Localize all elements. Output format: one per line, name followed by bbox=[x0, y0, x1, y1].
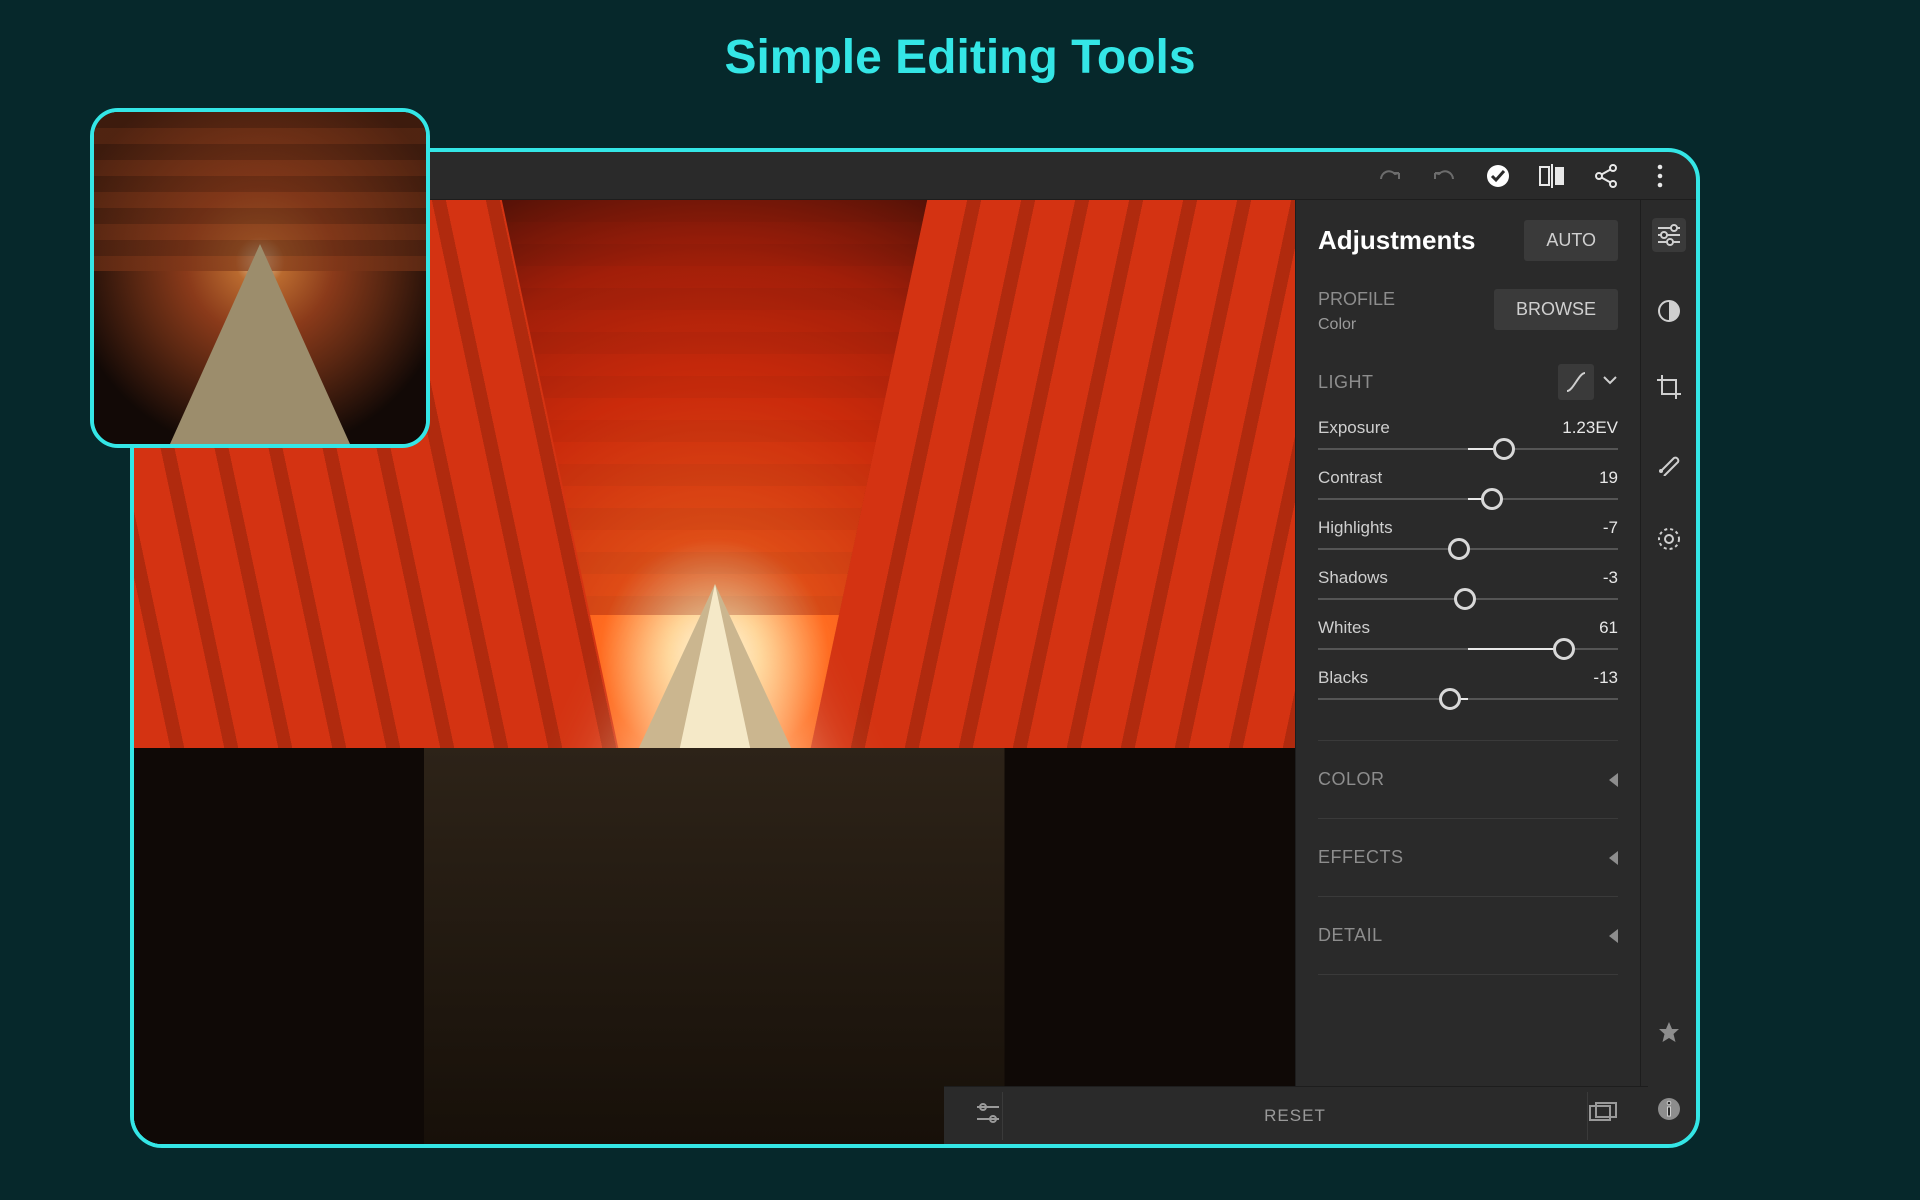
undo-icon[interactable] bbox=[1430, 162, 1458, 190]
slider-exposure[interactable]: Exposure 1.23EV bbox=[1318, 418, 1618, 450]
crop-tool-icon[interactable] bbox=[1652, 370, 1686, 404]
chevron-left-icon bbox=[1609, 773, 1618, 787]
slider-blacks[interactable]: Blacks -13 bbox=[1318, 668, 1618, 700]
original-thumbnail bbox=[90, 108, 430, 448]
more-icon[interactable] bbox=[1646, 162, 1674, 190]
slider-track[interactable] bbox=[1318, 448, 1618, 450]
confirm-icon[interactable] bbox=[1484, 162, 1512, 190]
redo-icon[interactable] bbox=[1376, 162, 1404, 190]
slider-value: -7 bbox=[1603, 518, 1618, 538]
slider-value: 19 bbox=[1599, 468, 1618, 488]
marketing-headline: Simple Editing Tools bbox=[0, 0, 1920, 85]
light-section-title: LIGHT bbox=[1318, 372, 1374, 393]
browse-button[interactable]: BROWSE bbox=[1494, 289, 1618, 330]
slider-label: Blacks bbox=[1318, 668, 1368, 688]
star-icon[interactable] bbox=[1652, 1016, 1686, 1050]
slider-value: -13 bbox=[1593, 668, 1618, 688]
slider-track[interactable] bbox=[1318, 548, 1618, 550]
adjustments-panel: Adjustments AUTO PROFILE Color BROWSE LI… bbox=[1295, 200, 1640, 1144]
effects-section[interactable]: EFFECTS bbox=[1318, 818, 1618, 896]
reset-button[interactable]: RESET bbox=[1002, 1092, 1588, 1140]
slider-label: Shadows bbox=[1318, 568, 1388, 588]
section-label: COLOR bbox=[1318, 769, 1385, 790]
slider-highlights[interactable]: Highlights -7 bbox=[1318, 518, 1618, 550]
chevron-down-icon[interactable] bbox=[1602, 373, 1618, 391]
chevron-left-icon bbox=[1609, 929, 1618, 943]
color-section[interactable]: COLOR bbox=[1318, 740, 1618, 818]
slider-label: Exposure bbox=[1318, 418, 1390, 438]
detail-section[interactable]: DETAIL bbox=[1318, 896, 1618, 975]
section-label: EFFECTS bbox=[1318, 847, 1404, 868]
slider-track[interactable] bbox=[1318, 498, 1618, 500]
slider-value: 1.23EV bbox=[1562, 418, 1618, 438]
slider-shadows[interactable]: Shadows -3 bbox=[1318, 568, 1618, 600]
healing-tool-icon[interactable] bbox=[1652, 446, 1686, 480]
slider-thumb[interactable] bbox=[1481, 488, 1503, 510]
slider-thumb[interactable] bbox=[1493, 438, 1515, 460]
share-icon[interactable] bbox=[1592, 162, 1620, 190]
slider-thumb[interactable] bbox=[1439, 688, 1461, 710]
slider-whites[interactable]: Whites 61 bbox=[1318, 618, 1618, 650]
slider-thumb[interactable] bbox=[1448, 538, 1470, 560]
section-label: DETAIL bbox=[1318, 925, 1383, 946]
slider-thumb[interactable] bbox=[1454, 588, 1476, 610]
slider-label: Whites bbox=[1318, 618, 1370, 638]
slider-track[interactable] bbox=[1318, 698, 1618, 700]
slider-value: -3 bbox=[1603, 568, 1618, 588]
slider-value: 61 bbox=[1599, 618, 1618, 638]
tone-curve-icon[interactable] bbox=[1558, 364, 1594, 400]
tool-rail bbox=[1640, 200, 1696, 1144]
slider-label: Contrast bbox=[1318, 468, 1382, 488]
panel-title: Adjustments bbox=[1318, 225, 1475, 256]
info-icon[interactable] bbox=[1652, 1092, 1686, 1126]
previous-edits-icon[interactable] bbox=[1588, 1102, 1618, 1129]
chevron-left-icon bbox=[1609, 851, 1618, 865]
masking-tool-icon[interactable] bbox=[1652, 294, 1686, 328]
radial-tool-icon[interactable] bbox=[1652, 522, 1686, 556]
before-after-icon[interactable] bbox=[1538, 162, 1566, 190]
profile-value: Color bbox=[1318, 316, 1395, 334]
bottom-actions: RESET bbox=[944, 1086, 1648, 1144]
slider-contrast[interactable]: Contrast 19 bbox=[1318, 468, 1618, 500]
adjust-tool-icon[interactable] bbox=[1652, 218, 1686, 252]
slider-thumb[interactable] bbox=[1553, 638, 1575, 660]
auto-button[interactable]: AUTO bbox=[1524, 220, 1618, 261]
slider-label: Highlights bbox=[1318, 518, 1393, 538]
slider-track[interactable] bbox=[1318, 648, 1618, 650]
slider-track[interactable] bbox=[1318, 598, 1618, 600]
presets-icon[interactable] bbox=[974, 1101, 1002, 1130]
profile-label: PROFILE bbox=[1318, 289, 1395, 309]
